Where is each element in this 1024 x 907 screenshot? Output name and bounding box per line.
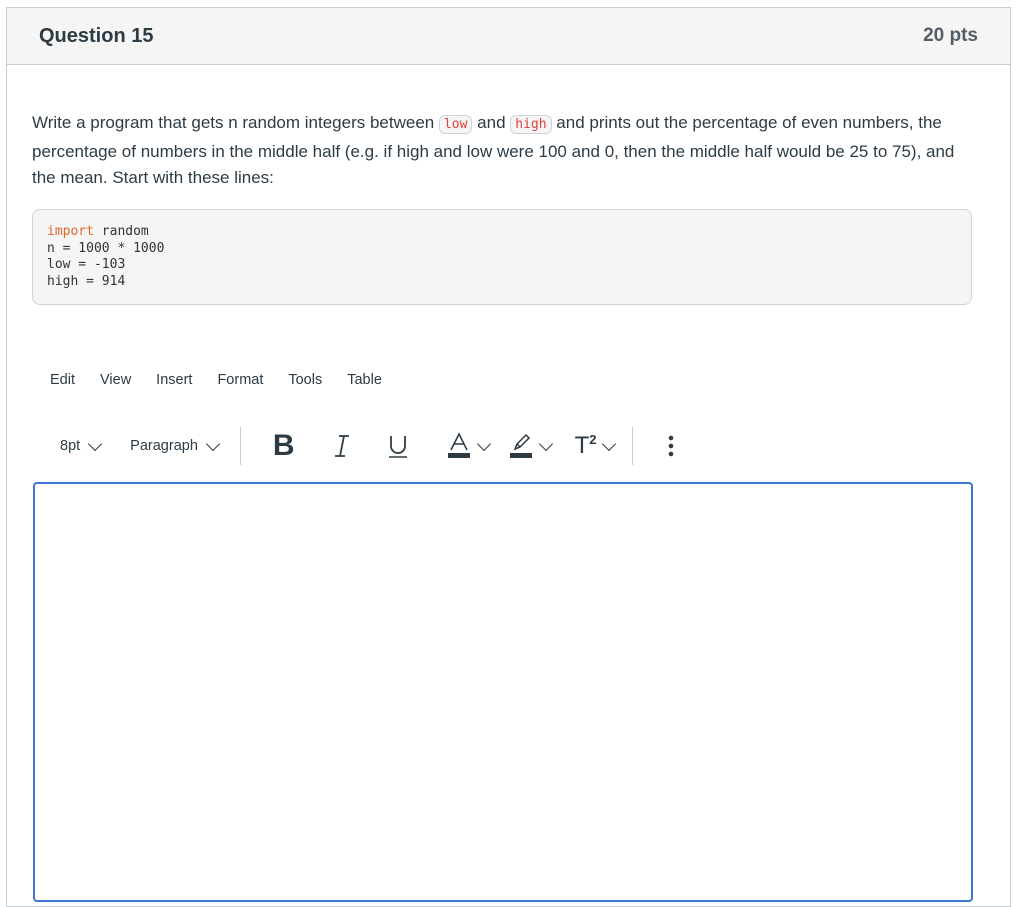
superscript-icon: T2 bbox=[575, 432, 597, 460]
chevron-down-icon[interactable] bbox=[602, 436, 617, 451]
code-keyword: import bbox=[47, 224, 94, 239]
code-line: high = 914 bbox=[47, 274, 957, 291]
code-line: low = -103 bbox=[47, 257, 957, 274]
answer-editor[interactable] bbox=[33, 482, 973, 902]
chevron-down-icon bbox=[88, 436, 103, 451]
code-text: n = 1000 * 1000 bbox=[47, 240, 165, 256]
italic-button[interactable] bbox=[333, 433, 351, 459]
menu-table[interactable]: Table bbox=[347, 372, 382, 388]
text-color-icon bbox=[447, 432, 470, 458]
more-vertical-icon bbox=[669, 435, 674, 457]
code-block: import random n = 1000 * 1000 low = -103… bbox=[32, 209, 972, 305]
underline-icon bbox=[388, 436, 407, 458]
toolbar-divider bbox=[239, 427, 241, 465]
underline-button[interactable] bbox=[387, 433, 409, 459]
editor-menubar: Edit View Insert Format Tools Table bbox=[50, 372, 407, 388]
superscript-icon-t: T bbox=[574, 432, 590, 459]
chevron-down-icon[interactable] bbox=[538, 436, 553, 451]
italic-icon bbox=[334, 435, 349, 457]
code-line: n = 1000 * 1000 bbox=[47, 241, 957, 258]
code-text: high = 914 bbox=[47, 273, 126, 289]
code-line: import random bbox=[47, 224, 957, 241]
chevron-down-icon bbox=[205, 436, 220, 451]
highlighter-icon bbox=[509, 433, 532, 458]
menu-format[interactable]: Format bbox=[217, 372, 263, 388]
menu-insert[interactable]: Insert bbox=[156, 372, 192, 388]
code-text: low = -103 bbox=[47, 257, 126, 272]
inline-code-low: low bbox=[438, 115, 473, 134]
bold-icon: B bbox=[272, 429, 295, 462]
block-format-select[interactable]: Paragraph bbox=[130, 436, 220, 454]
chevron-down-icon[interactable] bbox=[476, 436, 491, 451]
bold-button[interactable]: B bbox=[273, 429, 295, 463]
question-text: Write a program that gets n random integ… bbox=[32, 110, 977, 192]
superscript-icon-2: 2 bbox=[589, 432, 597, 447]
menu-edit[interactable]: Edit bbox=[50, 372, 75, 388]
menu-view[interactable]: View bbox=[100, 372, 131, 388]
font-size-value: 8pt bbox=[60, 438, 81, 454]
question-title: Question 15 bbox=[39, 24, 154, 47]
block-format-value: Paragraph bbox=[130, 438, 198, 454]
font-size-select[interactable]: 8pt bbox=[60, 436, 103, 454]
question-header: Question 15 20 pts bbox=[7, 8, 1010, 65]
question-text-part: and bbox=[472, 113, 511, 132]
highlight-color-button[interactable] bbox=[509, 432, 553, 460]
editor-toolbar: 8pt Paragraph B T2 bbox=[42, 424, 675, 468]
question-text-part: Write a program that gets n random integ… bbox=[32, 113, 439, 132]
menu-tools[interactable]: Tools bbox=[288, 372, 322, 388]
superscript-button[interactable]: T2 bbox=[575, 432, 617, 460]
code-text: random bbox=[93, 224, 149, 239]
inline-code-high: high bbox=[510, 115, 552, 134]
text-color-button[interactable] bbox=[447, 432, 491, 460]
question-points: 20 pts bbox=[923, 25, 978, 46]
more-options-button[interactable] bbox=[667, 434, 675, 458]
toolbar-divider bbox=[632, 427, 634, 465]
